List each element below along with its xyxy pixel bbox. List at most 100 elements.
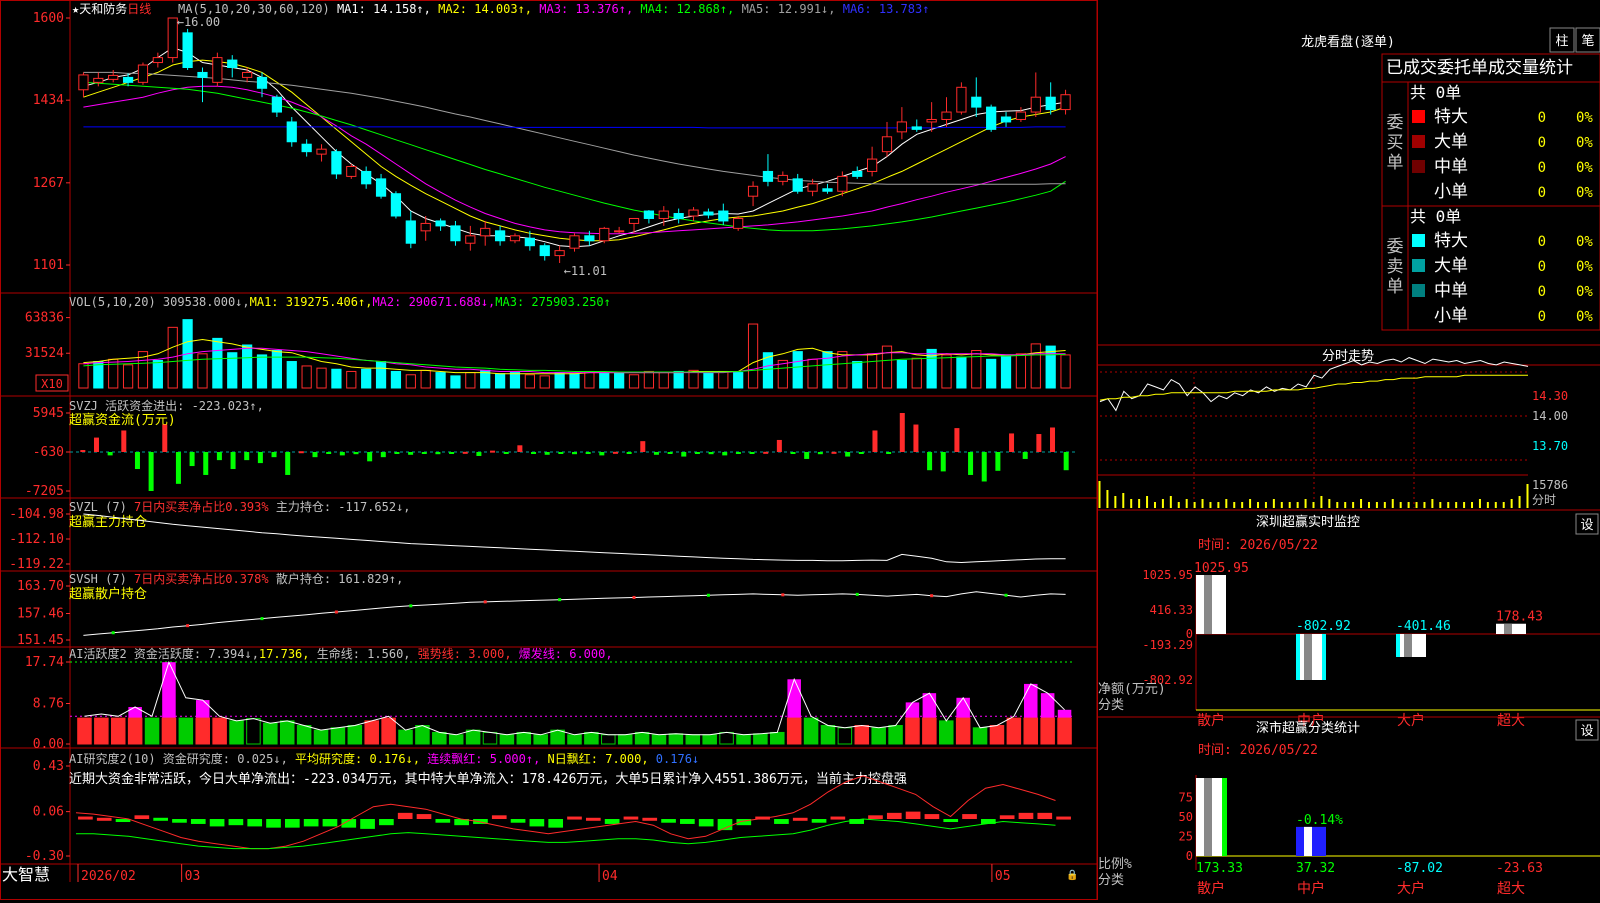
ai-activity-bar[interactable] [820,725,836,745]
candle-body[interactable] [822,188,833,192]
volume-bar[interactable] [494,373,506,389]
research-bar[interactable] [153,817,168,821]
kline-chart-svg[interactable]: 1600 1434 1267 1101 ★天和防务日线 MA(5,10,20,30,60,… [0,0,1098,900]
research-bar[interactable] [567,816,582,820]
volume-bar[interactable] [1060,354,1071,389]
candle-body[interactable] [643,210,655,219]
fund-flow-bar[interactable] [462,451,468,454]
candle-body[interactable] [614,230,625,233]
research-bar[interactable] [868,815,883,820]
ai-activity-bar[interactable] [533,734,548,745]
volume-bar[interactable] [718,370,729,389]
ai-activity-bar[interactable] [1057,717,1072,745]
candle-body[interactable] [569,235,580,249]
fund-flow-bar[interactable] [817,452,823,455]
volume-bar[interactable] [242,344,253,389]
fund-flow-bar[interactable] [804,452,810,459]
volume-bar[interactable] [733,372,744,389]
candle-body[interactable] [628,217,640,224]
fund-flow-bar[interactable] [1009,433,1015,452]
research-bar[interactable] [623,816,639,820]
fund-flow-bar[interactable] [572,452,577,455]
ai-activity-bar[interactable] [888,725,903,745]
fund-flow-bar[interactable] [339,452,345,456]
fund-flow-bar[interactable] [927,452,933,471]
candle-body[interactable] [837,175,848,192]
ai-activity-bar[interactable] [905,717,920,745]
fund-flow-bar[interactable] [503,452,509,454]
volume-bar[interactable] [316,367,327,389]
candle-body[interactable] [227,59,238,68]
ai-activity-bar[interactable] [330,727,346,745]
candle-body[interactable] [346,165,357,177]
ai-activity-bar[interactable] [161,717,177,745]
candle-body[interactable] [762,170,774,182]
volume-bar[interactable] [78,363,89,389]
fund-flow-bar[interactable] [476,452,482,456]
ai-activity-bar[interactable] [837,727,853,745]
ai-activity-bar[interactable] [499,734,515,745]
candle-body[interactable] [256,76,268,89]
ai-activity-bar[interactable] [854,725,870,745]
research-bar[interactable] [698,819,714,827]
ai-burst-bar[interactable] [922,693,937,719]
candle-body[interactable] [911,126,922,130]
research-bar[interactable] [284,819,300,828]
fund-flow-bar[interactable] [271,452,277,458]
research-bar[interactable] [228,819,244,826]
research-bar[interactable] [811,819,827,823]
research-bar[interactable] [322,819,338,827]
candle-body[interactable] [509,235,521,242]
ai-activity-bar[interactable] [127,717,143,745]
candle-body[interactable] [941,111,952,120]
candle-body[interactable] [658,210,669,219]
fund-flow-bar[interactable] [326,452,332,454]
ai-activity-bar[interactable] [296,725,312,745]
ai-burst-bar[interactable] [1040,693,1055,719]
ai-activity-bar[interactable] [381,717,396,745]
volume-bar[interactable] [643,370,655,389]
research-bar[interactable] [999,815,1015,820]
fund-flow-bar[interactable] [93,437,99,452]
research-bar[interactable] [548,819,564,828]
ai-activity-bar[interactable] [1040,717,1055,745]
ai-activity-bar[interactable] [229,720,244,745]
volume-bar[interactable] [822,351,833,389]
research-bar[interactable] [491,815,507,820]
ai-burst-bar[interactable] [956,697,970,719]
volume-bar[interactable] [331,368,342,389]
monitor-bar[interactable] [1296,634,1326,680]
fund-flow-bar[interactable] [435,452,441,455]
volume-bar[interactable] [658,372,669,389]
research-bar[interactable] [962,814,977,820]
ai-activity-bar[interactable] [246,718,261,745]
candle-body[interactable] [182,32,193,68]
fund-flow-bar[interactable] [681,452,687,457]
research-bar[interactable] [1037,812,1053,820]
ai-activity-bar[interactable] [398,729,413,745]
ai-activity-bar[interactable] [347,725,363,745]
candle-body[interactable] [539,245,550,257]
candle-body[interactable] [271,96,283,113]
class-bar[interactable] [1196,778,1227,856]
candle-body[interactable] [599,227,610,242]
volume-bar[interactable] [256,354,268,389]
research-bar[interactable] [115,819,131,823]
volume-bar[interactable] [792,351,803,389]
volume-bar[interactable] [405,374,416,389]
fund-flow-bar[interactable] [831,451,837,454]
fund-flow-bar[interactable] [1036,434,1042,452]
research-bar[interactable] [604,819,620,824]
fund-flow-bar[interactable] [203,452,209,475]
ai-activity-bar[interactable] [702,734,717,745]
ai-activity-bar[interactable] [77,717,92,745]
ai-activity-bar[interactable] [465,729,481,745]
candle-body[interactable] [197,71,208,78]
candle-body[interactable] [1015,111,1027,120]
volume-bar[interactable] [673,370,684,389]
fund-flow-bar[interactable] [107,452,113,456]
candle-body[interactable] [494,230,506,242]
fund-flow-bar[interactable] [189,452,195,467]
ai-activity-bar[interactable] [364,720,379,745]
class-bar[interactable] [1296,826,1326,856]
